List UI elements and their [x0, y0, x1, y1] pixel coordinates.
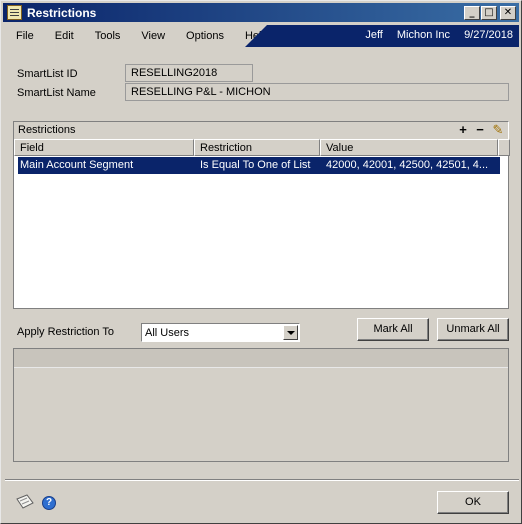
- ok-button[interactable]: OK: [437, 491, 509, 514]
- user-list-panel: [13, 348, 509, 462]
- user-name: Jeff: [365, 29, 383, 41]
- window-icon: [7, 5, 22, 20]
- minimize-button[interactable]: _: [464, 6, 480, 20]
- maximize-button[interactable]: □: [481, 6, 497, 20]
- restrictions-label: Restrictions: [18, 124, 76, 136]
- unmark-all-button[interactable]: Unmark All: [437, 318, 509, 341]
- smartlist-name-label: SmartList Name: [17, 87, 96, 99]
- row-field-cell: Main Account Segment: [20, 159, 134, 171]
- row-restriction-cell: Is Equal To One of List: [200, 159, 311, 171]
- column-header-spacer: [498, 139, 510, 156]
- apply-restriction-value: All Users: [145, 327, 190, 339]
- chevron-down-icon[interactable]: [283, 325, 298, 340]
- apply-restriction-label: Apply Restriction To: [17, 326, 115, 338]
- smartlist-id-label: SmartList ID: [17, 68, 78, 80]
- help-icon[interactable]: ?: [42, 496, 56, 510]
- column-header-value[interactable]: Value: [320, 139, 498, 156]
- table-row[interactable]: Main Account Segment Is Equal To One of …: [18, 157, 500, 174]
- menu-items: File Edit Tools View Options Help: [5, 25, 268, 47]
- note-icon[interactable]: [15, 494, 35, 510]
- row-value-cell: 42000, 42001, 42500, 42501, 4...: [326, 159, 489, 171]
- restrictions-header: Restrictions + − ✎: [13, 121, 509, 139]
- close-button[interactable]: ✕: [500, 6, 516, 20]
- window-title: Restrictions: [27, 6, 97, 20]
- add-icon[interactable]: +: [456, 123, 470, 137]
- company-name: Michon Inc: [396, 29, 451, 41]
- restrictions-grid: Field Restriction Value Main Account Seg…: [13, 139, 510, 309]
- column-header-restriction[interactable]: Restriction: [194, 139, 320, 156]
- menu-bar: File Edit Tools View Options Help Jeff M…: [5, 25, 519, 47]
- session-info-bar: Jeff Michon Inc 9/27/2018: [245, 25, 519, 47]
- menu-tools[interactable]: Tools: [84, 30, 131, 42]
- user-date: 9/27/2018: [464, 29, 513, 41]
- menu-edit[interactable]: Edit: [44, 30, 84, 42]
- user-list-header: [14, 349, 508, 368]
- menu-options[interactable]: Options: [175, 30, 234, 42]
- edit-pencil-icon[interactable]: ✎: [491, 123, 505, 137]
- remove-icon[interactable]: −: [473, 123, 487, 137]
- menu-file[interactable]: File: [5, 30, 44, 42]
- column-header-field[interactable]: Field: [14, 139, 194, 156]
- apply-restriction-select[interactable]: All Users: [141, 323, 300, 342]
- smartlist-name-field: RESELLING P&L - MICHON: [125, 83, 509, 101]
- bottom-divider: [5, 479, 519, 481]
- title-bar[interactable]: Restrictions _ □ ✕: [3, 3, 519, 22]
- smartlist-id-field: RESELLING2018: [125, 64, 253, 82]
- mark-all-button[interactable]: Mark All: [357, 318, 429, 341]
- restrictions-window: Restrictions _ □ ✕ File Edit Tools View …: [0, 0, 522, 524]
- menu-view[interactable]: View: [130, 30, 175, 42]
